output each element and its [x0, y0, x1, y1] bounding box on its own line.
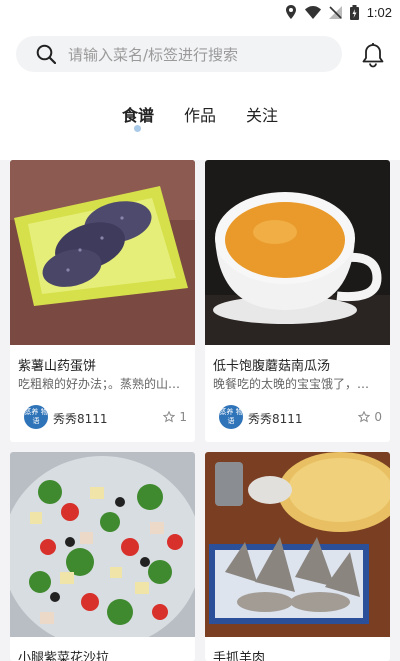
search-input[interactable]: 请输入菜名/标签进行搜索 [68, 44, 238, 65]
card-title: 手抓羊肉 [213, 651, 266, 661]
salad-photo [10, 452, 195, 637]
top-bar: 请输入菜名/标签进行搜索 食谱 作品 关注 [0, 24, 400, 160]
pumpkin-soup-photo [205, 160, 390, 345]
purple-pancake-photo [10, 160, 195, 345]
author-name[interactable]: 秀秀8111 [53, 410, 108, 427]
tab-following[interactable]: 关注 [242, 102, 282, 126]
wifi-icon [304, 5, 321, 19]
recipe-card[interactable]: 小腿紫菜花沙拉 [10, 452, 195, 661]
tab-recipes[interactable]: 食谱 [118, 102, 158, 126]
battery-icon [349, 4, 359, 20]
like-button[interactable]: 1 [163, 410, 187, 424]
active-tab-indicator [134, 125, 141, 132]
star-icon [358, 411, 371, 423]
like-count: 1 [179, 410, 187, 424]
search-icon [36, 44, 56, 64]
card-title: 紫薯山药蛋饼 [18, 359, 97, 374]
tab-works[interactable]: 作品 [180, 102, 220, 126]
card-description: 吃粗粮的好办法；。蒸熟的山药和紫薯 [18, 377, 184, 391]
bell-icon[interactable] [360, 42, 386, 68]
like-count: 0 [374, 410, 382, 424]
avatar[interactable]: 蒸养 物语 [24, 405, 48, 429]
recipe-card[interactable]: 低卡饱腹蘑菇南瓜汤 晚餐吃的太晚的宝宝饿了，来一碗 蒸养 物语 秀秀8111 0 [205, 160, 390, 442]
mutton-photo [205, 452, 390, 637]
star-icon [163, 411, 176, 423]
card-description: 晚餐吃的太晚的宝宝饿了，来一碗 [213, 377, 379, 391]
recipe-card[interactable]: 手抓羊肉 [205, 452, 390, 661]
like-button[interactable]: 0 [358, 410, 382, 424]
search-bar[interactable]: 请输入菜名/标签进行搜索 [16, 36, 342, 72]
author-name[interactable]: 秀秀8111 [248, 410, 303, 427]
status-time: 1:02 [366, 4, 392, 20]
card-title: 低卡饱腹蘑菇南瓜汤 [213, 359, 331, 374]
status-icons: 1:02 [285, 2, 392, 22]
no-signal-icon [328, 5, 342, 19]
avatar[interactable]: 蒸养 物语 [219, 405, 243, 429]
location-icon [285, 5, 296, 19]
card-title: 小腿紫菜花沙拉 [18, 651, 110, 661]
status-bar: 1:02 [0, 0, 400, 24]
tab-bar: 食谱 作品 关注 [0, 102, 400, 132]
recipe-card[interactable]: 紫薯山药蛋饼 吃粗粮的好办法；。蒸熟的山药和紫薯 蒸养 物语 秀秀8111 1 [10, 160, 195, 442]
